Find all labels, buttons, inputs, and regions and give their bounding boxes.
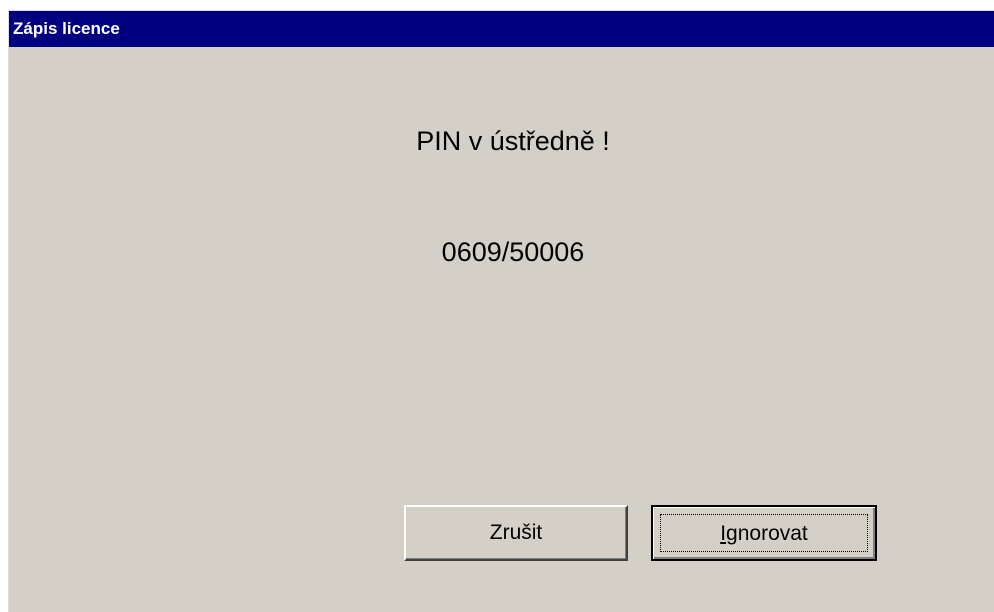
focus-ring: Ignorovat xyxy=(660,514,868,552)
title-bar[interactable]: Zápis licence xyxy=(9,11,994,47)
cancel-button-label: Zrušit xyxy=(489,521,543,544)
ignore-button[interactable]: Ignorovat xyxy=(651,505,877,561)
message-heading: PIN v ústředně ! xyxy=(416,126,610,156)
window-title: Zápis licence xyxy=(13,19,120,38)
ignore-button-label: Ignorovat xyxy=(720,522,808,545)
cancel-button[interactable]: Zrušit xyxy=(404,505,628,561)
license-dialog: Zápis licence PIN v ústředně ! 0609/5000… xyxy=(7,9,994,612)
ignore-label-rest: gnorovat xyxy=(726,522,808,545)
pin-value: 0609/50006 xyxy=(441,237,585,267)
